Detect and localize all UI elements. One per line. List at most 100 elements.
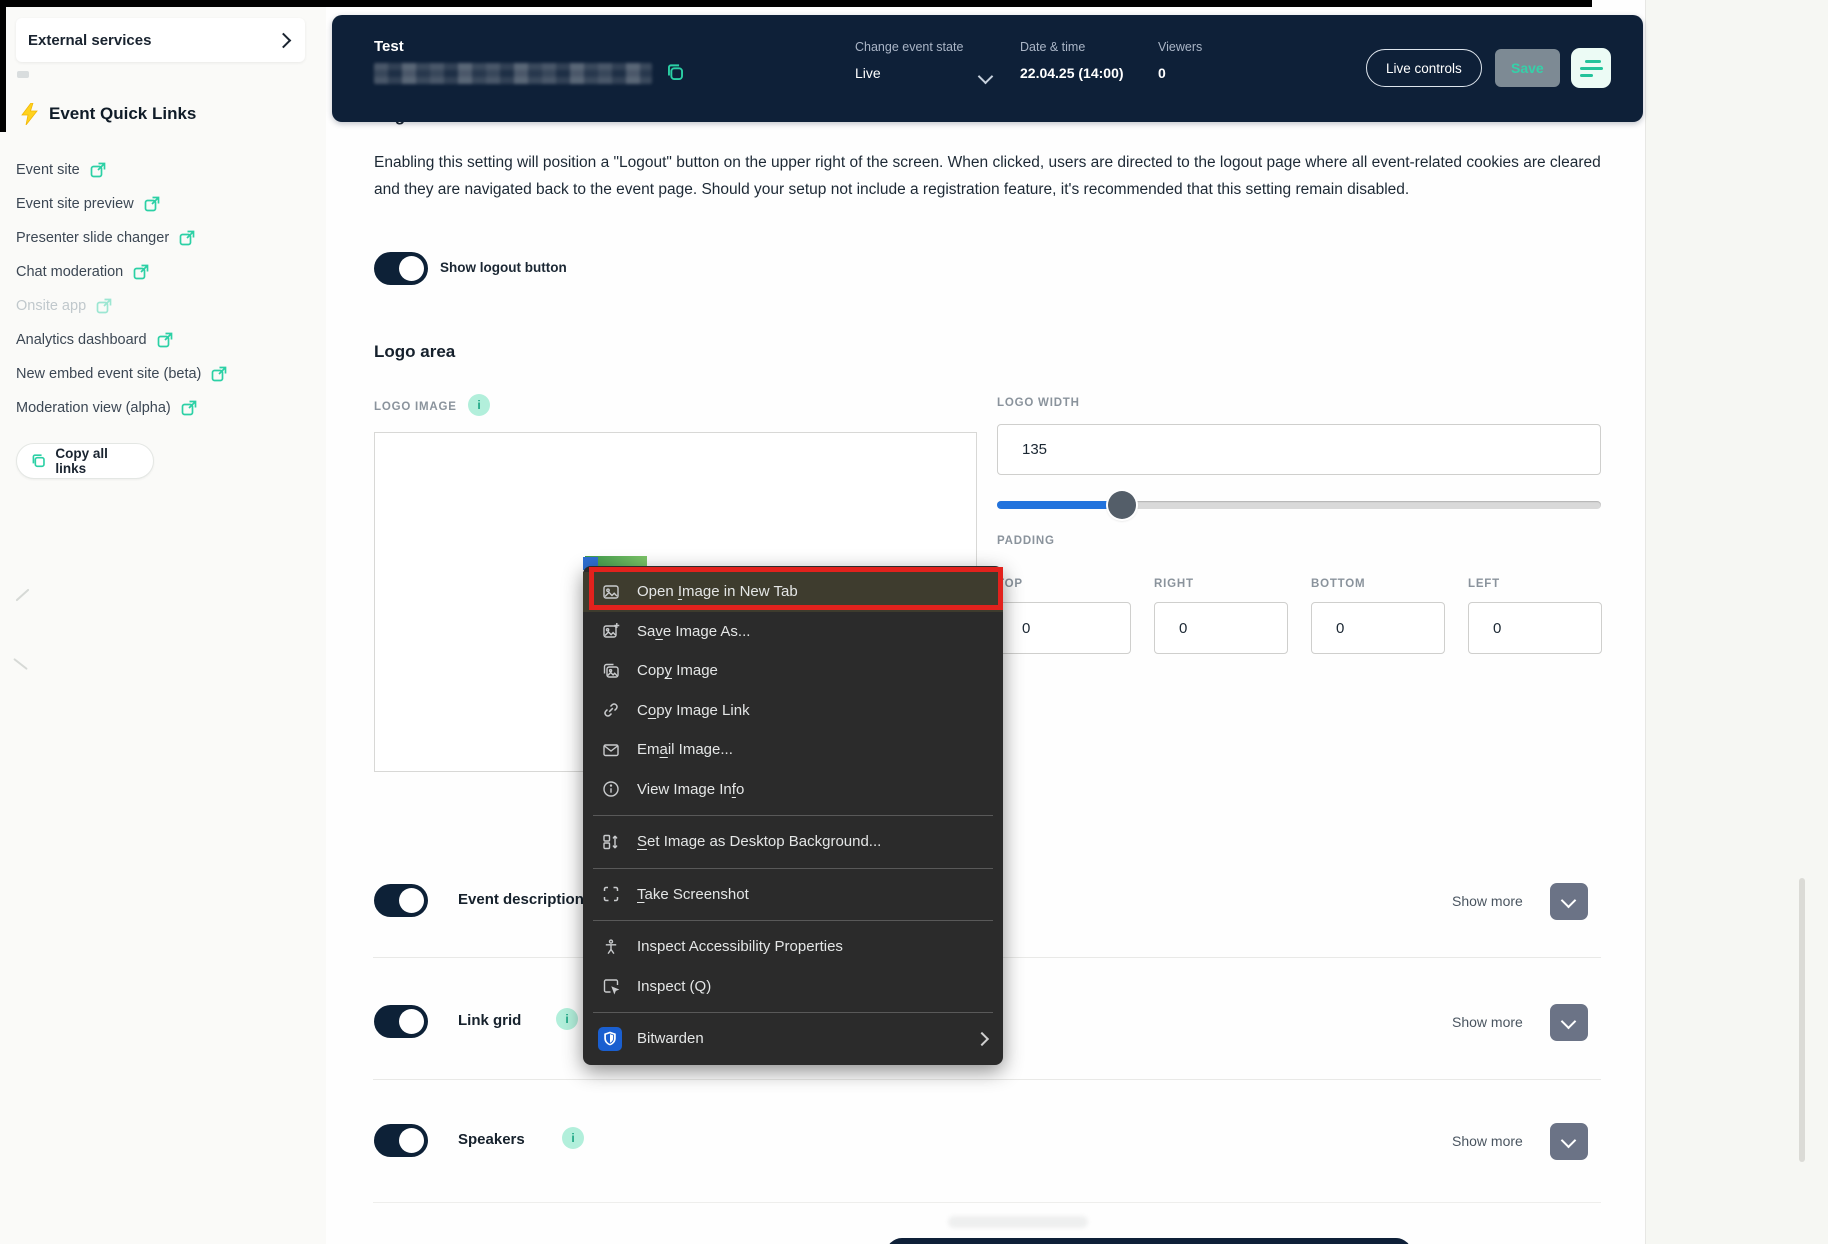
menu-item-label: Open Image in New Tab [637,583,987,600]
menu-item-label: Copy Image Link [637,702,987,719]
footer-save-bar[interactable] [886,1238,1412,1244]
top-black-bar [0,0,1592,7]
sidebar-link-event-site[interactable]: Event site [16,158,106,182]
menu-item-inspect-accessibility[interactable]: Inspect Accessibility Properties [583,927,1003,967]
menu-item-label: Inspect (Q) [637,978,987,995]
slider-thumb[interactable] [1108,491,1136,519]
menu-item-view-image-info[interactable]: View Image Info [583,770,1003,810]
logo-image-info-icon[interactable]: i [468,394,490,416]
speakers-info-icon[interactable]: i [562,1127,584,1149]
speakers-toggle[interactable] [374,1124,428,1157]
menu-item-inspect[interactable]: Inspect (Q) [583,967,1003,1007]
chevron-down-icon [1561,893,1577,909]
bitwarden-icon [598,1027,622,1051]
logo-width-input[interactable] [997,424,1601,475]
link-label: Chat moderation [16,264,123,280]
padding-right-input[interactable] [1154,602,1288,654]
show-logout-button-toggle[interactable] [374,252,428,285]
sidebar-link-presenter-slide-changer[interactable]: Presenter slide changer [16,226,195,250]
left-black-sliver [0,0,6,132]
inspect-icon [601,976,621,996]
external-link-icon [96,298,112,314]
divider-dash [17,71,29,78]
sidebar-link-analytics-dashboard[interactable]: Analytics dashboard [16,328,173,352]
event-state-select[interactable]: Live [855,65,881,81]
date-time-label: Date & time [1020,40,1085,54]
image-save-icon [601,621,621,641]
viewers-value: 0 [1158,65,1166,81]
menu-item-open-image-new-tab[interactable]: Open Image in New Tab [583,572,1003,612]
link-grid-expand-button[interactable] [1550,1004,1588,1041]
show-logout-button-label: Show logout button [440,260,567,275]
copy-all-links-button[interactable]: Copy all links [16,443,154,479]
menu-item-take-screenshot[interactable]: Take Screenshot [583,875,1003,915]
live-controls-button[interactable]: Live controls [1366,49,1482,87]
info-circle-icon [601,779,621,799]
submenu-arrow-icon [975,1032,989,1046]
menu-item-email-image[interactable]: Email Image... [583,730,1003,770]
padding-top-input[interactable] [997,602,1131,654]
link-label: Onsite app [16,298,86,314]
screenshot-icon [601,884,621,904]
scrollbar-thumb[interactable] [1799,878,1805,1162]
menu-separator [593,920,993,921]
logout-section-description: Enabling this setting will position a "L… [374,150,1606,203]
image-copy-icon [601,661,621,681]
speakers-expand-button[interactable] [1550,1123,1588,1160]
menu-item-copy-image[interactable]: Copy Image [583,651,1003,691]
copy-link-icon[interactable] [666,63,685,87]
viewers-label: Viewers [1158,40,1202,54]
external-link-icon [181,400,197,416]
external-link-icon [179,230,195,246]
link-label: Event site [16,162,80,178]
chevron-down-icon [1561,1014,1577,1030]
footer-divider [373,1202,1601,1203]
link-label: New embed event site (beta) [16,366,201,382]
copy-icon [31,453,46,469]
link-grid-label: Link grid [458,1012,521,1029]
slider-fill [997,501,1124,509]
context-menu: Open Image in New Tab Save Image As... C… [583,566,1003,1065]
desktop-background-icon [601,832,621,852]
event-description-expand-button[interactable] [1550,883,1588,920]
quick-links-heading: Event Quick Links [20,103,196,125]
sidebar-link-onsite-app: Onsite app [16,294,112,318]
menu-item-label: Bitwarden [637,1030,961,1047]
chevron-down-icon [1561,1133,1577,1149]
sidebar: External services Event Quick Links Even… [0,0,327,1244]
menu-item-copy-image-link[interactable]: Copy Image Link [583,691,1003,731]
save-button[interactable]: Save [1495,49,1560,87]
menu-item-save-image-as[interactable]: Save Image As... [583,612,1003,652]
stray-mark [13,658,28,670]
quick-links-title: Event Quick Links [49,104,196,124]
change-event-state-label: Change event state [855,40,963,54]
external-link-icon [211,366,227,382]
padding-bottom-input[interactable] [1311,602,1445,654]
menu-separator [593,815,993,816]
email-icon [601,740,621,760]
sidebar-link-moderation-view[interactable]: Moderation view (alpha) [16,396,197,420]
external-link-icon [157,332,173,348]
link-grid-info-icon[interactable]: i [556,1008,578,1030]
event-title: Test [374,38,404,55]
event-header-panel: Test Change event state Live Date & time… [332,15,1643,122]
row-divider [373,1079,1601,1080]
menu-separator [593,1012,993,1013]
chevron-down-icon[interactable] [978,69,994,85]
event-description-label: Event description [458,891,584,908]
link-grid-toggle[interactable] [374,1005,428,1038]
padding-right-label: RIGHT [1154,578,1194,590]
copy-all-links-label: Copy all links [55,446,139,476]
sidebar-link-chat-moderation[interactable]: Chat moderation [16,260,149,284]
sidebar-link-new-embed-event-site[interactable]: New embed event site (beta) [16,362,227,386]
sidebar-item-external-services[interactable]: External services [16,18,305,62]
event-description-toggle[interactable] [374,884,428,917]
menu-item-label: Copy Image [637,662,987,679]
padding-left-input[interactable] [1468,602,1602,654]
menu-item-set-desktop-background[interactable]: Set Image as Desktop Background... [583,822,1003,862]
filter-icon [1585,60,1601,63]
sidebar-link-event-site-preview[interactable]: Event site preview [16,192,160,216]
menu-item-bitwarden[interactable]: Bitwarden [583,1019,1003,1059]
filter-menu-button[interactable] [1571,48,1611,88]
external-link-icon [90,162,106,178]
